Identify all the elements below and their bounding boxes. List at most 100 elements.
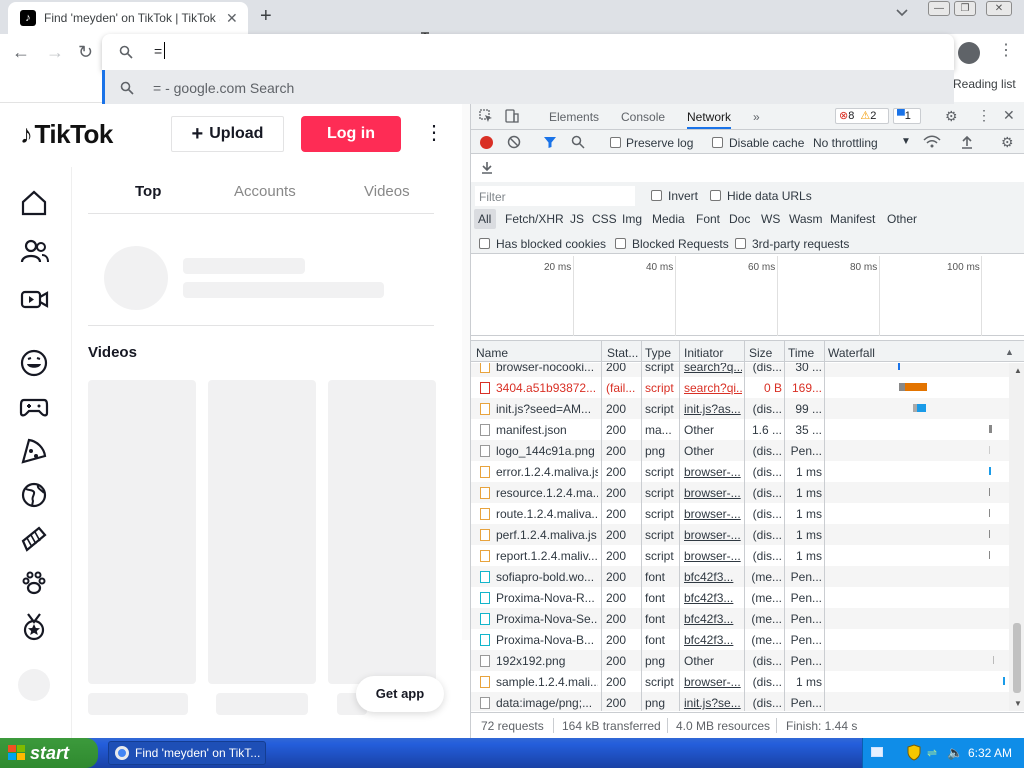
tiktok-logo[interactable]: ♪TikTok [20, 119, 113, 150]
issues-counter[interactable]: ⊗8 ⚠2 [835, 108, 889, 124]
volume-icon[interactable]: 🔈 [947, 745, 963, 761]
invert-checkbox[interactable] [651, 190, 662, 201]
table-row[interactable]: data:image/png;... 200 png init.js?se... (di… [471, 692, 1009, 711]
page-scrollbar[interactable] [462, 100, 470, 640]
cell-initiator[interactable]: browser-... [684, 486, 742, 500]
cell-initiator[interactable]: browser-... [684, 528, 742, 542]
beauty-icon[interactable] [18, 523, 50, 555]
tab-elements[interactable]: Elements [549, 110, 599, 124]
minimize-button[interactable]: — [928, 1, 950, 16]
browser-menu-icon[interactable]: ⋮ [998, 42, 1014, 60]
cell-initiator[interactable]: browser-... [684, 549, 742, 563]
cell-initiator[interactable]: browser-... [684, 507, 742, 521]
search-icon[interactable] [571, 135, 585, 149]
tab-videos[interactable]: Videos [364, 183, 410, 200]
omnibox[interactable]: = [102, 34, 954, 70]
omnibox-input[interactable]: = [154, 43, 162, 59]
sports-icon[interactable] [18, 611, 50, 643]
cell-initiator[interactable]: search?q... [684, 363, 742, 374]
blocked-requests-checkbox[interactable] [615, 238, 626, 249]
col-waterfall[interactable]: Waterfall [828, 346, 875, 360]
table-row[interactable]: perf.1.2.4.maliva.js 200 script browser-...… [471, 524, 1009, 545]
following-icon[interactable] [18, 235, 50, 267]
type-filter-js[interactable]: JS [570, 212, 584, 226]
col-initiator[interactable]: Initiator [684, 346, 723, 360]
login-button[interactable]: Log in [301, 116, 401, 152]
tab-console[interactable]: Console [621, 110, 665, 124]
filter-input[interactable]: Filter [475, 186, 635, 206]
type-filter-wasm[interactable]: Wasm [789, 212, 823, 226]
reading-list-button[interactable]: Reading list [953, 77, 1016, 91]
back-icon[interactable]: ← [12, 42, 30, 62]
network-settings-gear-icon[interactable]: ⚙ [1001, 134, 1014, 151]
type-filter-doc[interactable]: Doc [729, 212, 750, 226]
start-button[interactable]: start [0, 738, 98, 768]
clear-icon[interactable] [507, 135, 521, 149]
device-toolbar-icon[interactable] [505, 109, 519, 123]
table-row[interactable]: 192x192.png 200 png Other (dis... Pen... [471, 650, 1009, 671]
restore-button[interactable]: ❐ [954, 1, 976, 16]
network-tray-icon[interactable]: ⇌ [927, 746, 937, 760]
home-icon[interactable] [18, 187, 50, 219]
table-row[interactable]: Proxima-Nova-B... 200 font bfc42f3... (me...… [471, 629, 1009, 650]
type-filter-font[interactable]: Font [696, 212, 720, 226]
col-status[interactable]: Stat... [607, 346, 638, 360]
profile-avatar-icon[interactable] [958, 42, 980, 64]
scroll-down-icon[interactable]: ▼ [1014, 699, 1022, 708]
tab-close-icon[interactable]: ✕ [226, 10, 238, 26]
scroll-up-icon[interactable]: ▲ [1014, 366, 1022, 375]
travel-icon[interactable] [18, 479, 50, 511]
cell-initiator[interactable]: init.js?as... [684, 402, 742, 416]
taskbar-chrome-task[interactable]: Find 'meyden' on TikT... [108, 741, 266, 765]
disable-cache-checkbox[interactable] [712, 137, 723, 148]
new-tab-button[interactable]: + [260, 5, 272, 27]
cell-initiator[interactable]: bfc42f3... [684, 591, 742, 605]
reload-icon[interactable]: ↻ [78, 42, 93, 62]
animals-icon[interactable] [18, 567, 50, 599]
cell-initiator[interactable]: bfc42f3... [684, 570, 742, 584]
cell-initiator[interactable]: browser-... [684, 675, 742, 689]
settings-gear-icon[interactable]: ⚙ [945, 108, 958, 125]
import-har-icon[interactable] [961, 135, 973, 149]
type-filter-manifest[interactable]: Manifest [830, 212, 875, 226]
record-icon[interactable] [480, 136, 493, 149]
third-party-checkbox[interactable] [735, 238, 746, 249]
network-overview-timeline[interactable]: 20 ms 40 ms 60 ms 80 ms 100 ms [471, 256, 1024, 336]
type-filter-fetch[interactable]: Fetch/XHR [505, 212, 564, 226]
preserve-log-checkbox[interactable] [610, 137, 621, 148]
export-har-icon[interactable] [481, 160, 493, 174]
type-filter-all[interactable]: All [478, 212, 491, 226]
tab-top[interactable]: Top [135, 183, 161, 200]
omnibox-suggestion[interactable]: = - google.com Search [102, 70, 954, 104]
comedy-icon[interactable] [18, 347, 50, 379]
table-row[interactable]: Proxima-Nova-Se... 200 font bfc42f3... (me..… [471, 608, 1009, 629]
devtools-close-icon[interactable]: ✕ [1003, 107, 1015, 124]
browser-tab[interactable]: ♪ Find 'meyden' on TikTok | TikTok Se ✕ [8, 2, 248, 34]
table-row[interactable]: resource.1.2.4.ma... 200 script browser-...… [471, 482, 1009, 503]
table-row[interactable]: init.js?seed=AM... 200 script init.js?as...… [471, 398, 1009, 419]
type-filter-media[interactable]: Media [652, 212, 685, 226]
cell-initiator[interactable]: init.js?se... [684, 696, 742, 710]
dropdown-arrow-icon[interactable]: ▼ [901, 136, 911, 147]
security-shield-icon[interactable] [907, 744, 921, 761]
col-type[interactable]: Type [645, 346, 671, 360]
table-row[interactable]: error.1.2.4.maliva.js 200 script browser-..… [471, 461, 1009, 482]
table-row[interactable]: 3404.a51b93872... (fail... script search?qi… [471, 377, 1009, 398]
hide-data-urls-checkbox[interactable] [710, 190, 721, 201]
table-row[interactable]: report.1.2.4.maliv... 200 script browser-..… [471, 545, 1009, 566]
inspect-element-icon[interactable] [479, 109, 493, 123]
cell-initiator[interactable]: bfc42f3... [684, 633, 742, 647]
gaming-icon[interactable] [18, 391, 50, 423]
cell-initiator[interactable]: bfc42f3... [684, 612, 742, 626]
col-size[interactable]: Size [749, 346, 772, 360]
table-row[interactable]: Proxima-Nova-R... 200 font bfc42f3... (me...… [471, 587, 1009, 608]
scrollbar-thumb[interactable] [1013, 623, 1021, 693]
tab-accounts[interactable]: Accounts [234, 183, 296, 200]
live-icon[interactable] [18, 283, 50, 315]
sort-ascending-icon[interactable]: ▲ [1005, 347, 1014, 357]
table-row[interactable]: route.1.2.4.maliva... 200 script browser-..… [471, 503, 1009, 524]
type-filter-other[interactable]: Other [887, 212, 917, 226]
cell-initiator[interactable]: browser-... [684, 465, 742, 479]
table-row[interactable]: logo_144c91a.png 200 png Other (dis... Pen... [471, 440, 1009, 461]
tab-search-chevron-icon[interactable] [896, 8, 908, 18]
